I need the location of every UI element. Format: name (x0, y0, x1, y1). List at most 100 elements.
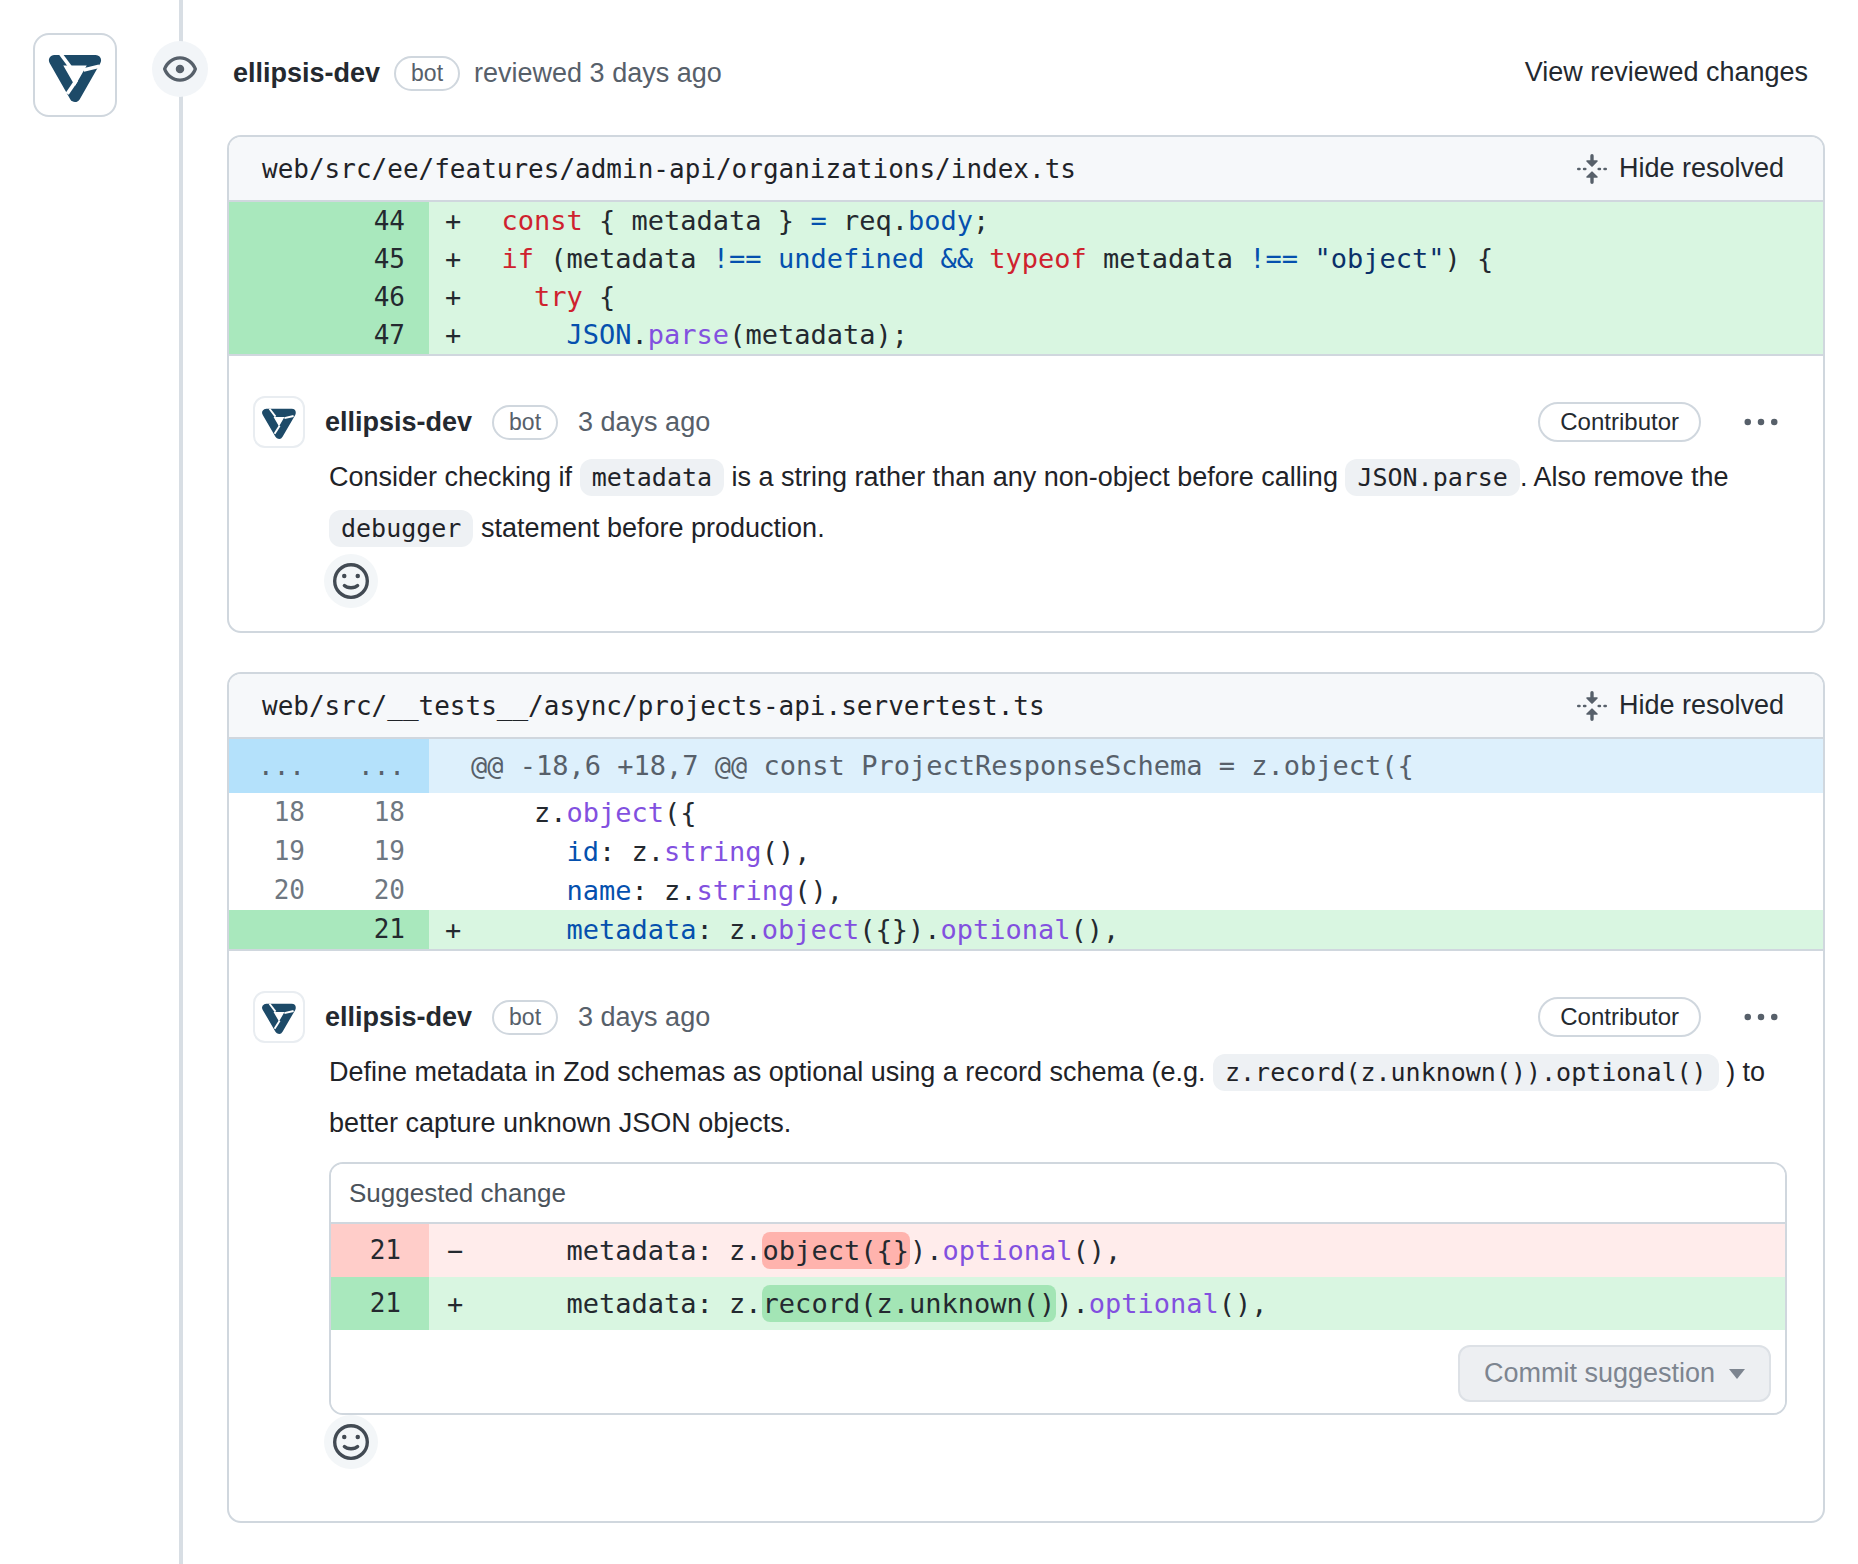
code-token: !== (713, 243, 762, 274)
line-number-new[interactable]: 47 (329, 316, 429, 354)
code-token: object (567, 797, 665, 828)
kebab-menu-icon (1741, 402, 1781, 442)
comment-author[interactable]: ellipsis-dev (325, 407, 472, 438)
contributor-badge: Contributor (1538, 997, 1701, 1037)
code-token: (), (762, 836, 811, 867)
comment-avatar[interactable] (253, 396, 305, 448)
line-number-old[interactable]: 19 (229, 832, 329, 871)
code-token (469, 205, 502, 236)
line-number-new[interactable]: 21 (329, 910, 429, 949)
line-number-old[interactable] (229, 910, 329, 949)
line-number-new[interactable]: 44 (329, 202, 429, 240)
line-number-old[interactable] (229, 202, 329, 240)
code-token: (), (1219, 1288, 1268, 1319)
diff-table: 44+ const { metadata } = req.body;45+ if… (229, 202, 1823, 356)
line-number-new[interactable]: 19 (329, 832, 429, 871)
suggestion-code-line: metadata: z.record(z.unknown()).optional… (469, 1277, 1785, 1330)
comment-body: Define metadata in Zod schemas as option… (329, 1047, 1787, 1148)
hide-resolved-button[interactable]: Hide resolved (1571, 689, 1790, 722)
diff-row: 1818 z.object({ (229, 793, 1823, 832)
code-line: name: z.string(), (469, 871, 1823, 910)
line-number-old[interactable]: ... (229, 739, 329, 793)
code-line: if (metadata !== undefined && typeof met… (469, 240, 1823, 278)
ellipsis-logo-icon (260, 998, 298, 1036)
code-token: req. (827, 205, 908, 236)
code-token: : z. (632, 875, 697, 906)
add-reaction-button[interactable] (324, 1415, 378, 1469)
line-number-new[interactable]: 18 (329, 793, 429, 832)
review-event-badge (152, 41, 208, 97)
line-number-old[interactable] (229, 240, 329, 278)
line-number-old[interactable] (229, 278, 329, 316)
smiley-icon (333, 1424, 369, 1460)
line-number-new[interactable]: ... (329, 739, 429, 793)
diff-sign (429, 793, 469, 832)
line-number-old[interactable]: 18 (229, 793, 329, 832)
comment-body: Consider checking if metadata is a strin… (329, 452, 1787, 554)
inline-code: z.record(z.unknown()).optional() (1213, 1054, 1719, 1091)
view-reviewed-changes-link[interactable]: View reviewed changes (1525, 57, 1808, 88)
bot-badge: bot (492, 405, 558, 440)
code-token: if (502, 243, 535, 274)
code-token: metadata: z. (469, 1288, 762, 1319)
line-number-new[interactable]: 46 (329, 278, 429, 316)
code-token: && (940, 243, 973, 274)
diff-sign (429, 832, 469, 871)
suggestion-diff-row: 21− metadata: z.object({}).optional(), (331, 1224, 1785, 1277)
code-token: ({ (664, 797, 697, 828)
line-number-new[interactable]: 20 (329, 871, 429, 910)
code-token: try (534, 281, 583, 312)
line-number-old[interactable]: 20 (229, 871, 329, 910)
commit-suggestion-button[interactable]: Commit suggestion (1458, 1345, 1771, 1402)
line-number-new[interactable]: 45 (329, 240, 429, 278)
comment-author[interactable]: ellipsis-dev (325, 1002, 472, 1033)
suggested-change-header: Suggested change (331, 1164, 1785, 1224)
code-token: body (908, 205, 973, 236)
eye-icon (163, 52, 197, 86)
reviewer-name[interactable]: ellipsis-dev (233, 58, 380, 89)
code-token: optional (940, 914, 1070, 945)
code-token: (), (1072, 1235, 1121, 1266)
code-token: (metadata (534, 243, 713, 274)
diff-sign (429, 871, 469, 910)
code-token: : z. (599, 836, 664, 867)
code-token: "object" (1298, 243, 1444, 274)
comment-menu-button[interactable] (1735, 996, 1787, 1038)
suggestion-sign: − (429, 1224, 469, 1277)
add-reaction-button[interactable] (324, 554, 378, 608)
code-token: ) { (1444, 243, 1493, 274)
hide-resolved-button[interactable]: Hide resolved (1571, 152, 1790, 185)
reviewer-avatar[interactable] (33, 33, 117, 117)
code-token: (), (1071, 914, 1120, 945)
comment-avatar[interactable] (253, 991, 305, 1043)
code-token: string (664, 836, 762, 867)
code-token: (), (794, 875, 843, 906)
diff-row: 1919 id: z.string(), (229, 832, 1823, 871)
comment-menu-button[interactable] (1735, 401, 1787, 443)
suggestion-diff-row: 21+ metadata: z.record(z.unknown()).opti… (331, 1277, 1785, 1330)
ellipsis-logo-icon (260, 403, 298, 441)
comment-header: ellipsis-devbot3 days agoContributor (253, 396, 1787, 448)
suggested-change-title: Suggested change (349, 1178, 566, 1209)
review-comment: ellipsis-devbot3 days agoContributorDefi… (229, 951, 1823, 1494)
diff-sign: + (429, 316, 469, 354)
code-token: id (567, 836, 600, 867)
code-token (469, 281, 534, 312)
line-number-old[interactable] (229, 316, 329, 354)
code-line: try { (469, 278, 1823, 316)
code-token (469, 243, 502, 274)
inline-code: JSON.parse (1345, 459, 1520, 496)
file-path[interactable]: web/src/__tests__/async/projects-api.ser… (262, 691, 1045, 721)
code-token: metadata: z. (469, 1235, 762, 1266)
inline-code: debugger (329, 510, 473, 547)
file-path[interactable]: web/src/ee/features/admin-api/organizati… (262, 154, 1076, 184)
code-token (469, 914, 567, 945)
diff-row: 45+ if (metadata !== undefined && typeof… (229, 240, 1823, 278)
diff-sign: + (429, 910, 469, 949)
inline-code: metadata (580, 459, 724, 496)
code-token: z. (469, 797, 567, 828)
review-thread-card-2: web/src/__tests__/async/projects-api.ser… (227, 672, 1825, 1523)
comment-timestamp[interactable]: 3 days ago (578, 1002, 710, 1033)
comment-timestamp[interactable]: 3 days ago (578, 407, 710, 438)
review-header: ellipsis-dev bot reviewed 3 days ago (233, 53, 722, 93)
